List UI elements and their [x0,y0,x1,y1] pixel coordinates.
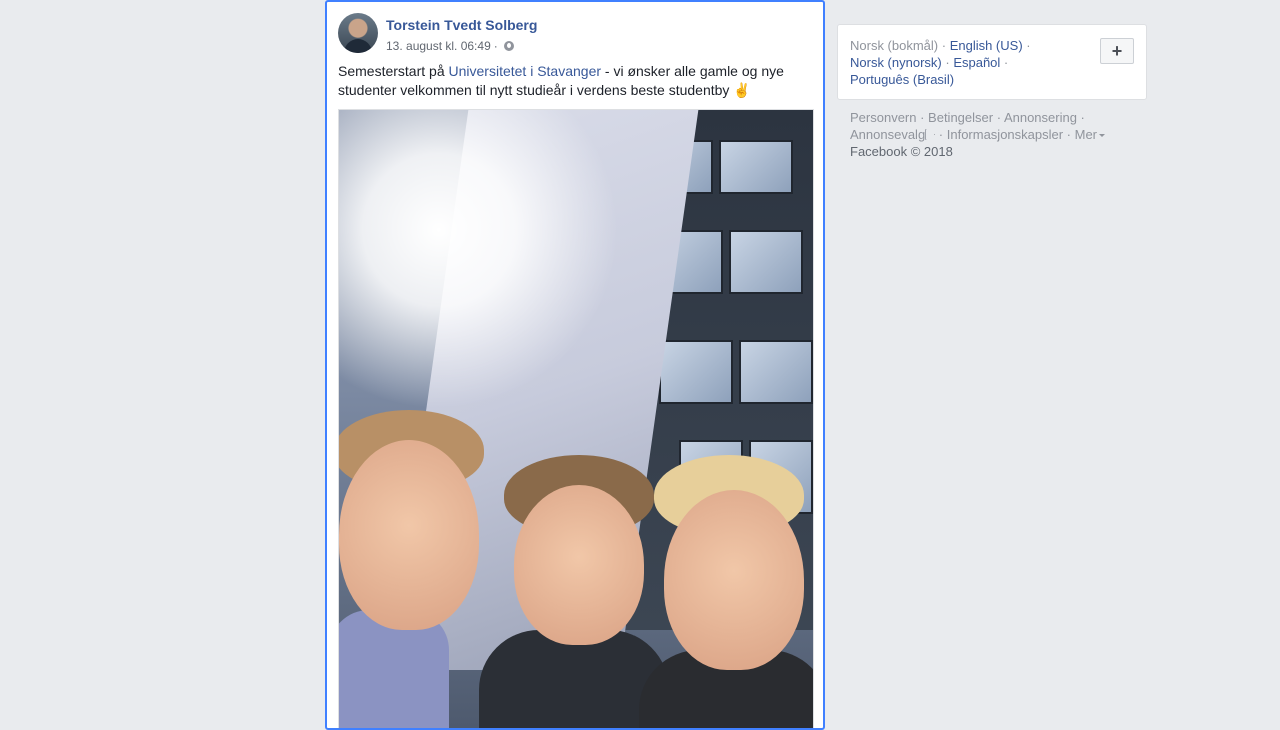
photo-window [739,340,813,404]
copyright: Facebook © 2018 [850,144,953,159]
post-text: Semesterstart på Universitetet i Stavang… [338,62,808,100]
footer-advertising-link[interactable]: Annonsering [1004,110,1077,125]
post-photo[interactable] [338,109,814,728]
language-english-us[interactable]: English (US) [950,38,1023,53]
adchoices-icon [927,130,935,140]
language-list: Norsk (bokmål) · English (US) · Norsk (n… [850,38,1031,87]
photo-window [659,340,733,404]
photo-person-right-face [664,490,804,670]
meta-separator: · [493,39,498,53]
post-card: Torstein Tvedt Solberg 13. august kl. 06… [325,0,825,730]
language-portugues-brasil[interactable]: Português (Brasil) [850,72,954,87]
footer-cookies-link[interactable]: Informasjonskapsler [947,127,1063,142]
footer-adchoices-link[interactable]: Annonsevalg [850,127,925,142]
victory-hand-emoji: ✌ [733,82,751,98]
avatar[interactable] [338,13,378,53]
photo-window [719,140,793,194]
language-espanol[interactable]: Español [953,55,1000,70]
post-timestamp[interactable]: 13. august kl. 06:49 [386,39,491,53]
caret-down-icon[interactable] [1099,134,1106,137]
footer: Personvern · Betingelser · Annonsering ·… [850,109,1130,160]
photo-window [729,230,803,294]
author-name-link[interactable]: Torstein Tvedt Solberg [386,17,537,33]
avatar-body [344,39,372,53]
footer-privacy-link[interactable]: Personvern [850,110,916,125]
post-meta: 13. august kl. 06:49 · [386,39,514,53]
footer-terms-link[interactable]: Betingelser [928,110,993,125]
add-language-button[interactable]: + [1100,38,1134,64]
footer-more-link[interactable]: Mer [1075,127,1097,142]
post-text-before: Semesterstart på [338,63,449,79]
language-current: Norsk (bokmål) [850,38,939,53]
photo-person-middle-face [514,485,644,645]
language-norsk-nynorsk[interactable]: Norsk (nynorsk) [850,55,942,70]
post-header: Torstein Tvedt Solberg 13. august kl. 06… [338,13,808,57]
language-selector: Norsk (bokmål) · English (US) · Norsk (n… [837,24,1147,100]
photo-person-left-face [339,440,479,630]
globe-icon[interactable] [503,41,514,51]
university-page-link[interactable]: Universitetet i Stavanger [449,63,602,79]
